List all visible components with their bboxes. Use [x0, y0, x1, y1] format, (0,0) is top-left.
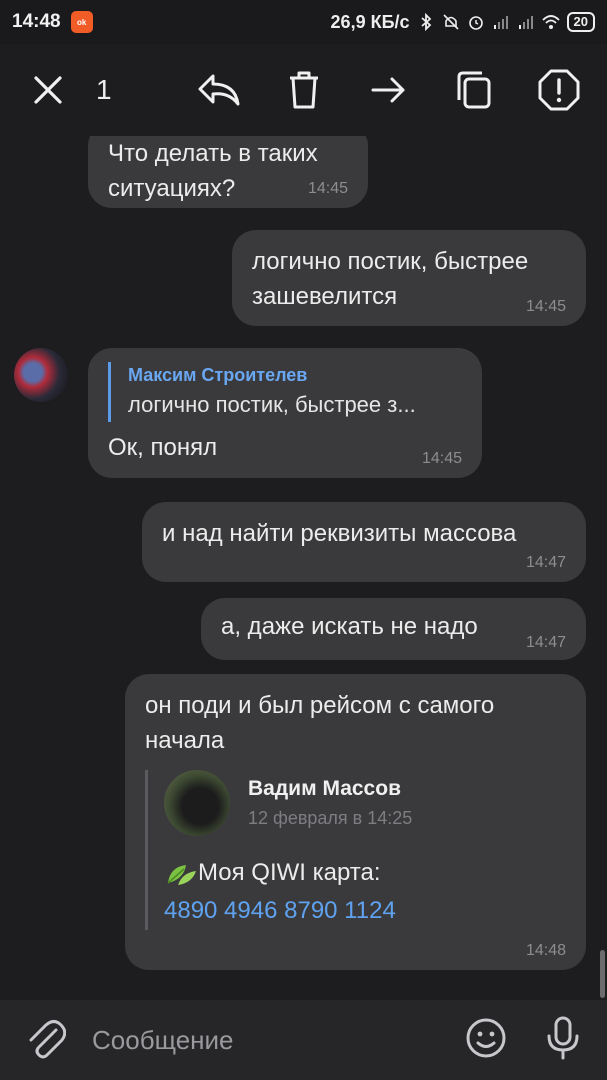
forwarded-author-avatar[interactable]: [164, 770, 230, 836]
copy-icon: [457, 71, 491, 109]
notification-app-icon: ok: [70, 11, 93, 33]
reply-author: Максим Строителев: [128, 365, 308, 385]
message-text: а, даже искать не надо: [221, 613, 478, 640]
scrollbar-thumb[interactable]: [600, 950, 605, 998]
message-bubble-outgoing[interactable]: логично постик, быстрее зашевелится 14:4…: [232, 230, 586, 326]
trash-icon: [290, 71, 318, 109]
attach-button[interactable]: [26, 1016, 67, 1065]
message-text: логично постик, быстрее зашевелится: [252, 248, 529, 310]
signal-icon-2: [518, 16, 533, 29]
message-bubble-outgoing[interactable]: и над найти реквизиты массова 14:47: [142, 502, 586, 582]
attach-icon: [29, 1019, 67, 1058]
card-number-link[interactable]: 4890 4946 8790 1124: [164, 892, 566, 930]
message-time: 14:47: [525, 554, 566, 571]
forwarded-message[interactable]: Вадим Массов 12 февраля в 14:25 Моя QIWI…: [145, 770, 566, 930]
forward-icon: [371, 77, 405, 103]
sender-avatar[interactable]: [14, 348, 68, 402]
mic-icon: [547, 1016, 579, 1059]
forwarded-author-name[interactable]: Вадим Массов: [248, 774, 412, 804]
status-bar: 14:48 ok 26,9 КБ/с 20: [0, 0, 607, 44]
copy-button[interactable]: [448, 64, 500, 116]
forwarded-text: Моя QIWI карта:: [198, 859, 381, 886]
message-bubble-outgoing[interactable]: а, даже искать не надо 14:47: [201, 598, 586, 660]
forwarded-date: 12 февраля в 14:25: [248, 808, 413, 828]
emoji-button[interactable]: [465, 1017, 507, 1064]
wifi-icon: [541, 15, 560, 29]
bluetooth-icon: [420, 13, 431, 31]
close-selection-button[interactable]: [22, 64, 74, 116]
composer-bar: Сообщение: [0, 1000, 607, 1080]
alarm-icon: [468, 16, 483, 30]
message-text: и над найти реквизиты массова: [162, 520, 517, 547]
reply-quote[interactable]: Максим Строителев логично постик, быстре…: [108, 362, 462, 422]
selection-toolbar: 1: [0, 44, 607, 136]
message-bubble-outgoing-forward[interactable]: он поди и был рейсом с самого начала Вад…: [125, 674, 586, 970]
message-time: 14:45: [525, 298, 566, 315]
message-time: 14:45: [421, 450, 462, 467]
emoji-icon: [466, 1018, 506, 1057]
message-list[interactable]: Что делать в таких ситуациях? 14:45 логи…: [0, 136, 607, 1000]
close-icon: [34, 76, 62, 104]
message-input[interactable]: Сообщение: [92, 1025, 465, 1056]
voice-message-button[interactable]: [545, 1016, 581, 1065]
message-time: 14:47: [525, 634, 566, 651]
report-button[interactable]: [533, 64, 585, 116]
leaf-emoji-icon: [167, 864, 196, 885]
message-bubble-incoming-reply[interactable]: Максим Строителев логично постик, быстре…: [88, 348, 482, 478]
message-text: Ок, понял: [108, 434, 218, 461]
delete-button[interactable]: [278, 64, 330, 116]
forward-button[interactable]: [363, 64, 415, 116]
message-bubble-incoming[interactable]: Что делать в таких ситуациях? 14:45: [88, 136, 368, 208]
selected-count: 1: [96, 74, 112, 105]
mute-bell-icon: [442, 14, 459, 30]
reply-icon: [198, 74, 240, 106]
battery-indicator: 20: [566, 12, 595, 32]
net-speed: 26,9 КБ/с: [330, 11, 410, 32]
message-time: 14:45: [307, 180, 348, 197]
reply-snippet: логично постик, быстрее з...: [128, 392, 416, 417]
message-time: 14:48: [525, 942, 566, 959]
message-text: он поди и был рейсом с самого начала: [145, 692, 495, 754]
reply-button[interactable]: [193, 64, 245, 116]
status-indicators: 26,9 КБ/с 20: [331, 12, 595, 33]
signal-icon-1: [493, 16, 508, 29]
status-time: 14:48: [12, 11, 61, 32]
report-icon: [538, 69, 580, 111]
